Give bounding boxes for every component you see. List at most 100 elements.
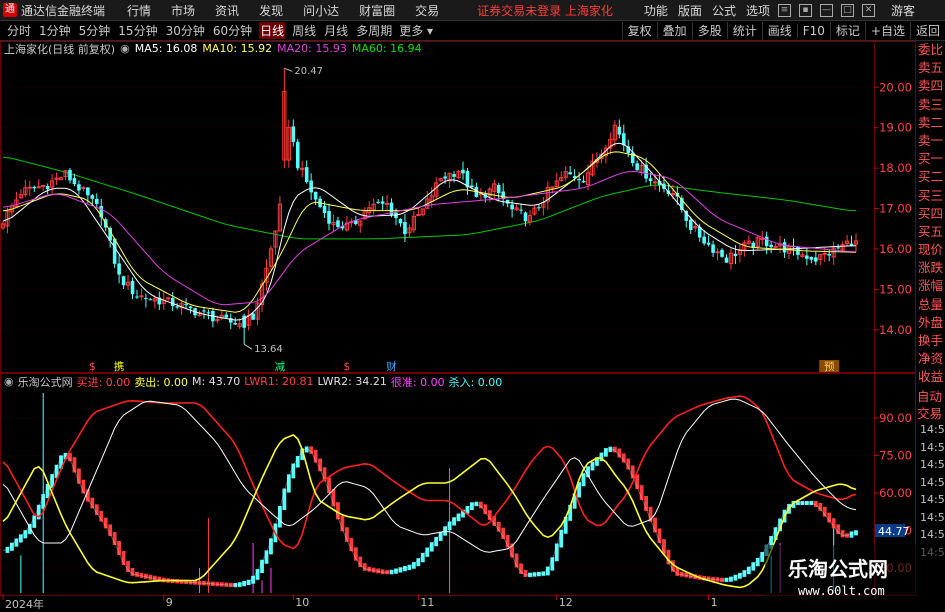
candle-body-down <box>148 299 153 301</box>
side-item-1[interactable]: 卖五 <box>917 59 945 77</box>
watermark-title: 乐淘公式网 <box>788 557 888 581</box>
accurate-value: 很准: 0.00 <box>390 375 445 389</box>
candle-body-down <box>403 222 407 235</box>
candle-body-down <box>581 180 586 183</box>
ma60-value: MA60: 16.94 <box>351 42 422 55</box>
indicator-info-line: ◉ 乐淘公式网 买进: 0.00 卖出: 0.00 M: 43.70 LWR1:… <box>0 374 945 389</box>
candle-body-down <box>144 298 148 300</box>
candle-body-down <box>733 253 738 257</box>
candle-body-down <box>68 169 72 181</box>
m-bar-fall <box>840 530 845 538</box>
candle-body-down <box>577 179 581 181</box>
indicator-title: 乐淘公式网 <box>17 375 73 389</box>
settings-icon[interactable]: ◉ <box>120 42 130 55</box>
candle-body-down <box>45 186 50 190</box>
candle-body-down <box>86 187 90 196</box>
side-item-3[interactable]: 卖三 <box>917 96 945 114</box>
candle-body-down <box>814 257 818 262</box>
candle-body-down <box>130 280 135 295</box>
entry-value: 杀入: 0.00 <box>448 375 503 389</box>
candle-body-up <box>760 238 765 241</box>
side-item-10[interactable]: 买五 <box>917 223 945 241</box>
kline-chart[interactable]: 20.00 19.00 18.00 17.00 16.00 15.00 14.00 90.00… <box>0 0 945 609</box>
candle-body-down <box>295 141 300 169</box>
side-time-4: 14:56 <box>920 493 945 506</box>
candle-body-down <box>233 322 238 325</box>
m-bar-fall <box>818 502 823 511</box>
candle-body-up <box>652 181 658 184</box>
side-item-16[interactable]: 换手 <box>917 332 945 350</box>
main-frame <box>0 41 916 373</box>
m-bar-fall <box>130 567 135 576</box>
main-info-line: 上海家化(日线 前复权) ◉ MA5: 16.08 MA10: 15.92 MA… <box>0 41 945 56</box>
event-marker-4: 财 <box>386 360 397 373</box>
m-bar-rise <box>470 502 474 510</box>
candle-body-down <box>309 180 313 193</box>
ma20-value: MA20: 15.93 <box>277 42 347 55</box>
side-item-15[interactable]: 外盘 <box>917 314 945 332</box>
candle-body-down <box>443 176 447 179</box>
side-item-7[interactable]: 买二 <box>917 168 945 186</box>
m-bar-rise <box>849 531 854 538</box>
candle-body-down <box>617 126 622 135</box>
candle-body-down <box>175 306 179 308</box>
candle-body-down <box>90 195 95 199</box>
m-bar-rise <box>251 575 255 584</box>
candle-body-up <box>715 251 720 254</box>
candle-body-down <box>711 244 715 253</box>
side-item-6[interactable]: 买一 <box>917 150 945 168</box>
candle-body-down <box>170 298 175 307</box>
candle-body-down <box>184 304 188 306</box>
watermark-url: www.60lt.com <box>798 584 885 598</box>
time-label-0: 2024年 <box>5 598 44 611</box>
candle-body-down <box>849 243 854 246</box>
candle-body-down <box>523 212 528 222</box>
side-item-4[interactable]: 卖二 <box>917 114 945 132</box>
side-item-17[interactable]: 净资 <box>917 350 945 368</box>
side-time-0: 14:56 <box>920 423 945 436</box>
candle-body-down <box>621 133 626 146</box>
m-bar-rise <box>447 521 452 531</box>
m-bar-fall <box>478 501 483 509</box>
candle-body-down <box>510 204 514 210</box>
side-item-2[interactable]: 卖四 <box>917 77 945 95</box>
m-bar-fall <box>523 570 528 578</box>
candle-body-down <box>202 310 206 312</box>
ind-label: 90.00 <box>879 411 912 425</box>
candle-body-down <box>769 244 773 248</box>
m-bar-fall <box>309 446 314 454</box>
price-label: 16.00 <box>879 242 912 256</box>
side-item-14[interactable]: 总量 <box>917 296 945 314</box>
candle-body-down <box>117 263 121 275</box>
candle-body-up <box>384 202 390 205</box>
candle-body-up <box>41 184 46 187</box>
low-label: 13.64 <box>254 344 283 356</box>
candle-body-down <box>121 276 126 286</box>
m-bar-fall <box>362 563 367 571</box>
candle-body-down <box>380 201 385 204</box>
side-item-5[interactable]: 卖一 <box>917 132 945 150</box>
candle-body-down <box>724 257 729 263</box>
sell-value: 卖出: 0.00 <box>134 375 189 389</box>
candle-body-up <box>166 297 171 300</box>
side-item-8[interactable]: 买三 <box>917 187 945 205</box>
price-label: 20.00 <box>879 80 912 94</box>
side-item-0[interactable]: 委比 <box>917 41 945 59</box>
m-bar-fall <box>617 448 622 458</box>
m-bar-rise <box>425 547 430 557</box>
indicator-settings-icon[interactable]: ◉ <box>4 375 14 388</box>
candle-body-down <box>135 296 139 298</box>
candle-body-down <box>836 247 840 249</box>
side-time-1: 14:56 <box>920 440 945 454</box>
time-label-1: 9 <box>165 596 173 609</box>
event-marker-3: $ <box>344 361 351 373</box>
side-item-9[interactable]: 买四 <box>917 205 945 223</box>
side-item-11[interactable]: 现价 <box>917 241 945 259</box>
side-item-18[interactable]: 收益 <box>917 368 945 386</box>
side-item-12[interactable]: 涨跌 <box>917 259 945 277</box>
candle-body-down <box>336 220 340 227</box>
side-trade[interactable]: 交易 <box>917 403 945 422</box>
side-item-13[interactable]: 涨幅 <box>917 277 945 295</box>
candle-body-down <box>461 169 465 174</box>
candle-body-down <box>635 163 639 171</box>
